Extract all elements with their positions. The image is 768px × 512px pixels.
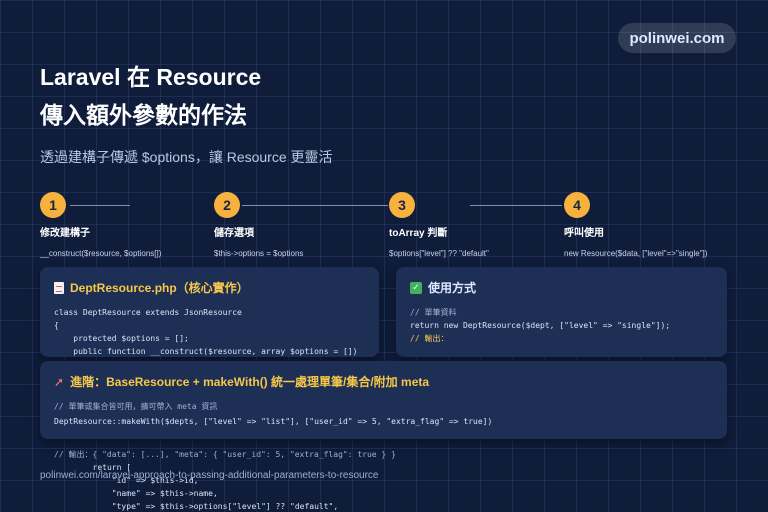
- code-comment: // 單筆或集合皆可用，擴可帶入 meta 資訊: [54, 402, 218, 411]
- advanced-card: ➚ 進階：BaseResource + makeWith() 統一處理單筆/集合…: [40, 361, 727, 439]
- usage-card: ✓ 使用方式 // 單筆資料 return new DeptResource($…: [396, 267, 727, 357]
- code-line: "type" => $this->options["level"] ?? "de…: [54, 502, 339, 511]
- step-1: 1 修改建構子 __construct($resource, $options[…: [40, 192, 161, 258]
- code-line: {: [54, 321, 59, 330]
- step-4: 4 呼叫使用 new Resource($data, ["level"=>"si…: [564, 192, 707, 258]
- code-comment: // 輸出：: [410, 334, 449, 343]
- code-line: return new DeptResource($dept, ["level" …: [410, 321, 671, 330]
- core-implementation-card: DeptResource.php（核心實作） class DeptResourc…: [40, 267, 379, 357]
- step-code: $options["level"] ?? "default": [389, 249, 489, 258]
- step-2: 2 儲存選項 $this->options = $options: [214, 192, 303, 258]
- code-line: public function __construct($resource, a…: [54, 347, 358, 356]
- step-code: new Resource($data, ["level"=>"single"]): [564, 249, 708, 258]
- step-code: $this->options = $options: [214, 249, 304, 258]
- page-subtitle: 透過建構子傳遞 $options，讓 Resource 更靈活: [40, 149, 333, 165]
- title-line-2: 傳入額外參數的作法: [40, 102, 247, 128]
- card-title: ➚ 進階：BaseResource + makeWith() 統一處理單筆/集合…: [54, 373, 713, 390]
- code-line: protected $options = [];: [54, 334, 189, 343]
- code-line: DeptResource::makeWith($depts, ["level" …: [54, 417, 493, 426]
- step-connector: [296, 205, 388, 206]
- step-label: toArray 判斷: [389, 228, 448, 239]
- site-brand-badge[interactable]: polinwei.com: [618, 23, 736, 53]
- step-label: 儲存選項: [214, 228, 254, 239]
- step-number-badge: 3: [389, 192, 415, 218]
- title-line-1: Laravel 在 Resource: [40, 64, 262, 90]
- card-title: DeptResource.php（核心實作）: [54, 279, 365, 296]
- step-number-badge: 2: [214, 192, 240, 218]
- footer-url-link[interactable]: polinwei.com/laravel-approach-to-passing…: [40, 470, 379, 481]
- step-3: 3 toArray 判斷 $options["level"] ?? "defau…: [389, 192, 489, 258]
- card-title-text: DeptResource.php（核心實作）: [70, 281, 249, 295]
- php-file-icon: [54, 281, 64, 294]
- check-icon: ✓: [410, 281, 422, 294]
- card-title-text: 使用方式: [428, 281, 477, 295]
- code-line: "name" => $this->name,: [54, 489, 218, 498]
- card-title: ✓ 使用方式: [410, 279, 713, 296]
- page-title: Laravel 在 Resource 傳入額外參數的作法: [40, 58, 261, 134]
- code-block: // 單筆或集合皆可用，擴可帶入 meta 資訊 DeptResource::m…: [54, 400, 713, 428]
- step-label: 修改建構子: [40, 228, 90, 239]
- code-block: class DeptResource extends JsonResource …: [54, 306, 365, 357]
- code-line: class DeptResource extends JsonResource: [54, 308, 242, 317]
- card-title-text: 進階：BaseResource + makeWith() 統一處理單筆/集合/附…: [70, 375, 430, 389]
- step-code: __construct($resource, $options[]): [40, 249, 162, 258]
- rocket-icon: ➚: [54, 374, 65, 389]
- step-number-badge: 1: [40, 192, 66, 218]
- code-block: // 單筆資料 return new DeptResource($dept, […: [410, 306, 713, 345]
- code-comment: // 單筆資料: [410, 308, 457, 317]
- code-line: // 輸出：{ "data": [...], "meta": { "user_i…: [54, 450, 396, 459]
- step-label: 呼叫使用: [564, 228, 604, 239]
- step-number-badge: 4: [564, 192, 590, 218]
